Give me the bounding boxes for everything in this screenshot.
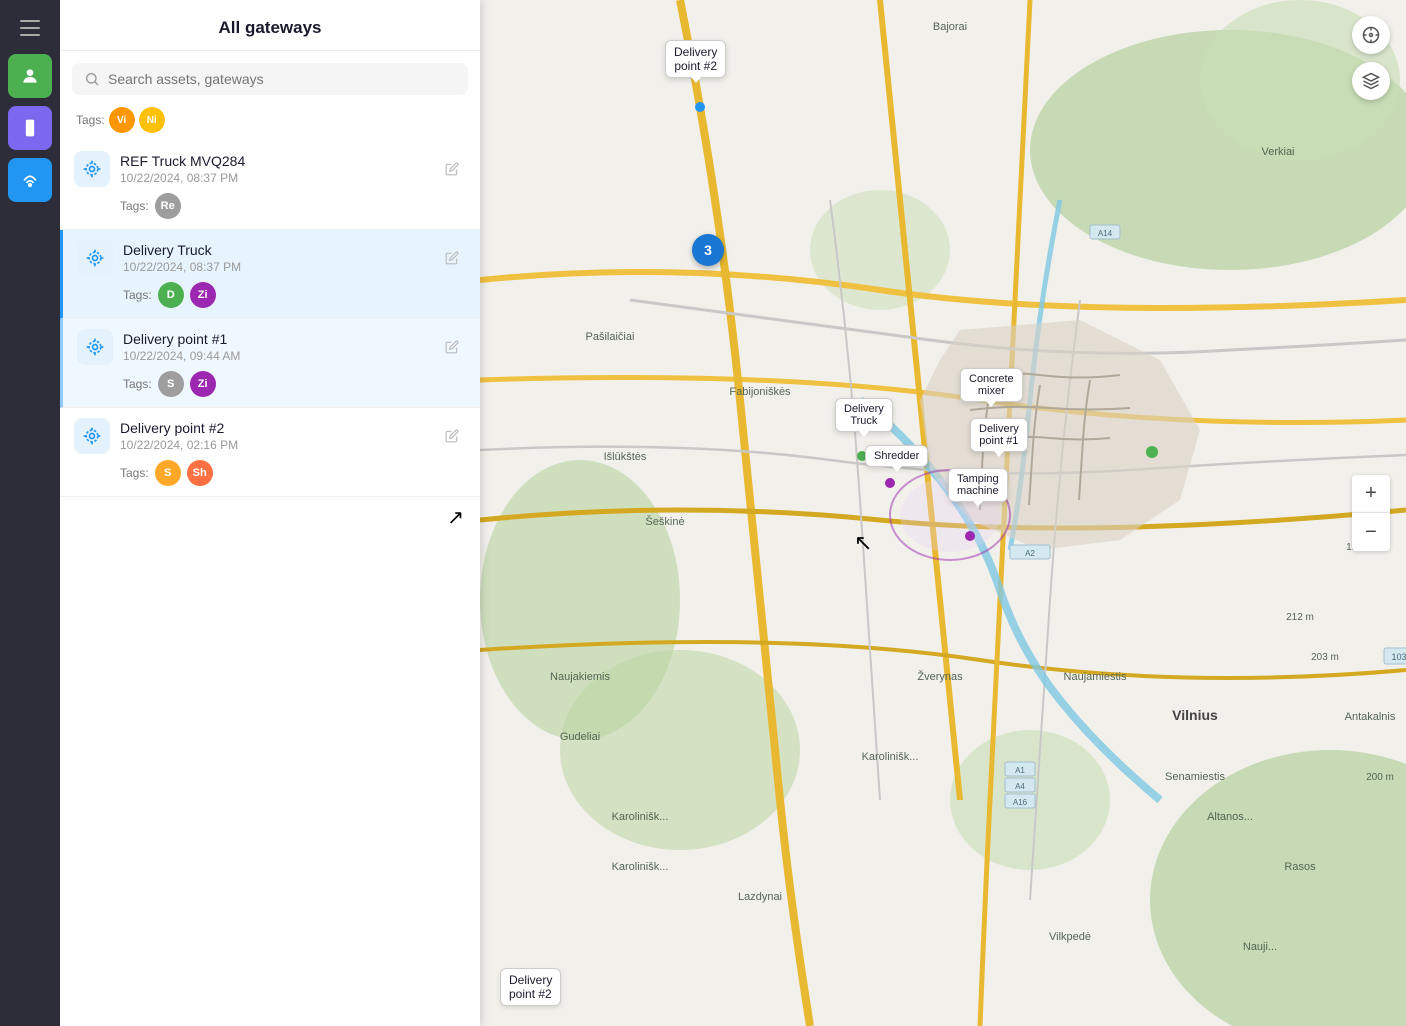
item-name-delivery-point-2: Delivery point #2 — [120, 420, 428, 436]
search-icon — [84, 71, 100, 87]
item-icon-delivery-point-2 — [74, 418, 110, 454]
tag-badge-s-2: S — [155, 460, 181, 486]
bottom-delivery-label: Deliverypoint #2 — [500, 968, 561, 1006]
svg-text:Nauji...: Nauji... — [1243, 941, 1277, 953]
map-dot-concrete-mixer — [983, 421, 993, 431]
svg-text:Gudeliai: Gudeliai — [560, 731, 600, 743]
tag-badge-zi-1: Zi — [190, 282, 216, 308]
map-dot-delivery-truck — [857, 451, 867, 461]
item-icon-ref-truck — [74, 151, 110, 187]
map-background: A2 A1 A4 A16 A14 Bajorai Verkiai Pašilai… — [480, 0, 1406, 1026]
svg-text:Altanos...: Altanos... — [1207, 811, 1253, 823]
tags-delivery-truck: Tags: D Zi — [77, 276, 466, 312]
edit-btn-delivery-point-2[interactable] — [438, 422, 466, 450]
svg-text:Senamiestis: Senamiestis — [1165, 771, 1225, 783]
svg-text:Karolinišk...: Karolinišk... — [862, 751, 919, 763]
svg-text:Lazdynai: Lazdynai — [738, 891, 782, 903]
svg-text:Pašilaičiai: Pašilaičiai — [586, 331, 635, 343]
svg-text:A1: A1 — [1015, 766, 1025, 775]
item-name-delivery-point-1: Delivery point #1 — [123, 331, 428, 347]
sidebar-item-device[interactable] — [8, 106, 52, 150]
item-time-delivery-point-2: 10/22/2024, 02:16 PM — [120, 438, 428, 452]
tags-delivery-point-1: Tags: S Zi — [77, 365, 466, 401]
svg-text:203 m: 203 m — [1311, 652, 1339, 663]
svg-text:Vilkpedė: Vilkpedė — [1049, 931, 1091, 943]
zoom-controls: + − — [1352, 475, 1390, 551]
svg-text:A4: A4 — [1015, 782, 1025, 791]
tag-badge-s-1: S — [158, 371, 184, 397]
map-dot-delivery-point-2 — [695, 102, 705, 112]
item-info-delivery-point-2: Delivery point #2 10/22/2024, 02:16 PM — [120, 420, 428, 452]
tag-badge-d: D — [158, 282, 184, 308]
list-item-delivery-truck[interactable]: Delivery Truck 10/22/2024, 08:37 PM Tags… — [60, 230, 480, 319]
zoom-in-button[interactable]: + — [1352, 475, 1390, 513]
edit-btn-delivery-point-1[interactable] — [438, 333, 466, 361]
item-icon-delivery-truck — [77, 240, 113, 276]
svg-text:212 m: 212 m — [1286, 612, 1314, 623]
map-dot-shredder — [885, 478, 895, 488]
svg-text:Šeškinė: Šeškinė — [645, 515, 684, 528]
svg-text:Išlūkštės: Išlūkštės — [604, 451, 647, 463]
cursor-area: ↗ — [60, 497, 480, 527]
svg-text:A14: A14 — [1098, 229, 1113, 238]
tag-badge-re: Re — [155, 193, 181, 219]
map-controls-top-right — [1352, 16, 1390, 100]
gateway-panel: All gateways Tags: Vi Ni REF — [60, 0, 480, 1026]
item-info-ref-truck: REF Truck MVQ284 10/22/2024, 08:37 PM — [120, 153, 428, 185]
sidebar — [0, 0, 60, 1026]
list-item-ref-truck[interactable]: REF Truck MVQ284 10/22/2024, 08:37 PM Ta… — [60, 141, 480, 230]
tags-delivery-point-2: Tags: S Sh — [74, 454, 466, 490]
gateway-list: REF Truck MVQ284 10/22/2024, 08:37 PM Ta… — [60, 141, 480, 1026]
svg-text:A16: A16 — [1013, 798, 1028, 807]
map-cluster[interactable]: 3 — [692, 234, 724, 266]
tag-badge-ni: Ni — [139, 107, 165, 133]
tag-badge-vi: Vi — [109, 107, 135, 133]
list-item-delivery-point-2[interactable]: Delivery point #2 10/22/2024, 02:16 PM T… — [60, 408, 480, 497]
svg-text:Antakalnis: Antakalnis — [1345, 711, 1396, 723]
panel-title: All gateways — [60, 0, 480, 51]
map-dot-delivery-point-1 — [993, 471, 1003, 481]
map-dot-tamping-machine — [965, 531, 975, 541]
menu-button[interactable] — [12, 10, 48, 46]
item-time-delivery-truck: 10/22/2024, 08:37 PM — [123, 260, 428, 274]
svg-text:Verkiai: Verkiai — [1261, 146, 1294, 158]
item-time-ref-truck: 10/22/2024, 08:37 PM — [120, 171, 428, 185]
svg-text:Vilnius: Vilnius — [1172, 707, 1218, 723]
item-info-delivery-point-1: Delivery point #1 10/22/2024, 09:44 AM — [123, 331, 428, 363]
svg-text:Karolinišk...: Karolinišk... — [612, 861, 669, 873]
cursor-icon: ↗ — [447, 505, 464, 530]
tag-badge-sh: Sh — [187, 460, 213, 486]
tag-badge-zi-2: Zi — [190, 371, 216, 397]
tags-ref-truck: Tags: Re — [74, 187, 466, 223]
sidebar-item-network[interactable] — [8, 158, 52, 202]
item-name-ref-truck: REF Truck MVQ284 — [120, 153, 428, 169]
cut-off-tags: Tags: Vi Ni — [60, 103, 480, 141]
item-time-delivery-point-1: 10/22/2024, 09:44 AM — [123, 349, 428, 363]
svg-text:200 m: 200 m — [1366, 772, 1394, 783]
svg-text:Fabijoniškės: Fabijoniškės — [729, 386, 791, 398]
search-bar[interactable] — [72, 63, 468, 95]
search-input[interactable] — [108, 71, 456, 87]
svg-text:Karolinišk...: Karolinišk... — [612, 811, 669, 823]
compass-button[interactable] — [1352, 16, 1390, 54]
svg-text:Žverynas: Žverynas — [917, 670, 963, 683]
item-name-delivery-truck: Delivery Truck — [123, 242, 428, 258]
sidebar-item-person[interactable] — [8, 54, 52, 98]
edit-btn-delivery-truck[interactable] — [438, 244, 466, 272]
svg-text:Naujamiestis: Naujamiestis — [1064, 671, 1127, 683]
item-info-delivery-truck: Delivery Truck 10/22/2024, 08:37 PM — [123, 242, 428, 274]
map-container[interactable]: A2 A1 A4 A16 A14 Bajorai Verkiai Pašilai… — [480, 0, 1406, 1026]
layers-button[interactable] — [1352, 62, 1390, 100]
svg-text:Rasos: Rasos — [1284, 861, 1316, 873]
edit-btn-ref-truck[interactable] — [438, 155, 466, 183]
list-item-delivery-point-1[interactable]: Delivery point #1 10/22/2024, 09:44 AM T… — [60, 319, 480, 408]
zoom-out-button[interactable]: − — [1352, 513, 1390, 551]
item-icon-delivery-point-1 — [77, 329, 113, 365]
svg-text:A2: A2 — [1025, 549, 1035, 558]
svg-text:Bajorai: Bajorai — [933, 21, 967, 33]
svg-text:Naujakiemis: Naujakiemis — [550, 671, 610, 683]
svg-text:103: 103 — [1391, 652, 1406, 662]
